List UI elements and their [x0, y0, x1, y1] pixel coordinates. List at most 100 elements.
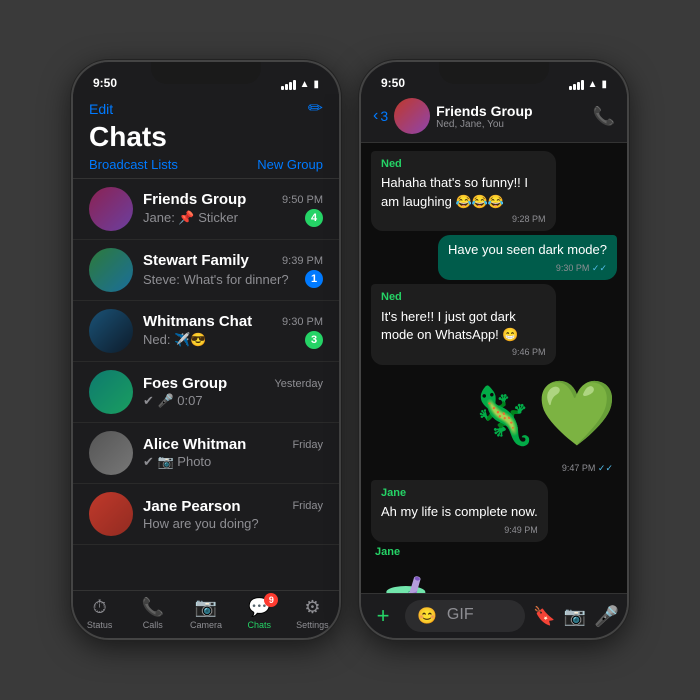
msg-text-m1: Hahaha that's so funny!! I am laughing 😂…: [381, 175, 528, 208]
chat-header-info: Friends Group Ned, Jane, You: [436, 103, 586, 130]
tab-label-settings: Settings: [296, 620, 329, 630]
left-phone: 9:50 ▲ ▮ Edit ✏ Chats Broadcast Lists Ne…: [71, 60, 341, 640]
chat-screen: ‹ 3 Friends Group Ned, Jane, You 📞 Ned H…: [361, 94, 627, 638]
chat-info-friends: Friends Group 9:50 PM Jane: 📌 Sticker 4: [143, 191, 323, 227]
msg-text-m2: Have you seen dark mode?: [448, 242, 607, 257]
emoji-icon[interactable]: 😊: [417, 606, 437, 626]
chat-preview-whitmans: Ned: ✈️😎: [143, 332, 206, 348]
signal-icon-right: [569, 80, 584, 90]
chat-badge: 1: [305, 270, 323, 288]
gif-icon[interactable]: GIF: [447, 606, 474, 626]
chat-header-sub: Ned, Jane, You: [436, 119, 586, 130]
message-row-m4: 🦎💚 9:47 PM ✓✓: [371, 369, 617, 477]
chat-item-jane[interactable]: Jane Pearson Friday How are you doing?: [73, 484, 339, 545]
msg-bubble-m5: Jane Ah my life is complete now. 9:49 PM: [371, 480, 548, 542]
chat-avatar-jane: [89, 492, 133, 536]
msg-time-m2: 9:30 PM ✓✓: [448, 262, 607, 275]
tab-label-status: Status: [87, 620, 113, 630]
msg-time-m5: 9:49 PM: [381, 524, 538, 537]
call-button[interactable]: 📞: [593, 106, 615, 127]
chat-preview-foes: ✔ 🎤 0:07: [143, 393, 203, 409]
chat-preview-jane: How are you doing?: [143, 516, 259, 531]
chats-links: Broadcast Lists New Group: [89, 157, 323, 172]
status-icons: ▲ ▮: [281, 79, 319, 90]
msg-sender-m5: Jane: [381, 486, 538, 501]
chat-info-alice: Alice Whitman Friday ✔ 📷 Photo: [143, 436, 323, 470]
camera-icon[interactable]: 📷: [564, 606, 586, 627]
msg-sender-m1: Ned: [381, 157, 546, 172]
msg-bubble-m3: Ned It's here!! I just got dark mode on …: [371, 284, 556, 364]
chat-item-foes[interactable]: Foes Group Yesterday ✔ 🎤 0:07: [73, 362, 339, 423]
chat-item-alice[interactable]: Alice Whitman Friday ✔ 📷 Photo: [73, 423, 339, 484]
status-time-right: 9:50: [381, 76, 405, 90]
signal-icon: [281, 80, 296, 90]
battery-icon: ▮: [313, 79, 319, 90]
status-icons-right: ▲ ▮: [569, 79, 607, 90]
chat-name-alice: Alice Whitman: [143, 436, 246, 453]
chat-avatar-friends: [89, 187, 133, 231]
tab-badge: 9: [264, 593, 278, 607]
msg-time-m1: 9:28 PM: [381, 213, 546, 226]
chat-preview-alice: ✔ 📷 Photo: [143, 454, 211, 470]
chat-name-foes: Foes Group: [143, 375, 227, 392]
message-row-m2: Have you seen dark mode? 9:30 PM ✓✓: [371, 235, 617, 280]
notch-right: [439, 62, 549, 84]
chat-time-stewart: 9:39 PM: [282, 255, 323, 267]
chat-info-foes: Foes Group Yesterday ✔ 🎤 0:07: [143, 375, 323, 409]
chat-header: ‹ 3 Friends Group Ned, Jane, You 📞: [361, 94, 627, 143]
mic-button[interactable]: 🎤: [594, 604, 619, 629]
tab-chats[interactable]: 💬 9 Chats: [233, 597, 286, 630]
back-count: 3: [380, 108, 388, 124]
chat-info-whitmans: Whitmans Chat 9:30 PM Ned: ✈️😎 3: [143, 313, 323, 349]
sticker-message-out: 🦎💚: [468, 369, 617, 459]
chat-item-stewart[interactable]: Stewart Family 9:39 PM Steve: What's for…: [73, 240, 339, 301]
back-button[interactable]: ‹ 3: [373, 107, 388, 125]
chat-time-friends: 9:50 PM: [282, 194, 323, 206]
chats-screen: Edit ✏ Chats Broadcast Lists New Group F…: [73, 94, 339, 638]
tab-calls[interactable]: 📞 Calls: [126, 597, 179, 630]
tab-bar: ⏱ Status 📞 Calls 📷 Camera 💬 9 Chats ⚙ Se…: [73, 590, 339, 638]
msg-sender-m3: Ned: [381, 290, 546, 305]
sticker-icon[interactable]: 🔖: [533, 606, 555, 627]
tab-label-chats: Chats: [247, 620, 271, 630]
chat-info-stewart: Stewart Family 9:39 PM Steve: What's for…: [143, 252, 323, 288]
msg-time-m4: 9:47 PM ✓✓: [562, 463, 613, 473]
compose-button[interactable]: ✏: [308, 98, 323, 119]
battery-icon-right: ▮: [601, 79, 607, 90]
chat-name-jane: Jane Pearson: [143, 498, 241, 515]
chat-header-avatar: [394, 98, 430, 134]
chat-time-whitmans: 9:30 PM: [282, 316, 323, 328]
notch: [151, 62, 261, 84]
status-time-left: 9:50: [93, 76, 117, 90]
tab-icon-status: ⏱: [93, 597, 107, 617]
add-button[interactable]: +: [369, 603, 397, 629]
chat-avatar-whitmans: [89, 309, 133, 353]
chat-header-name: Friends Group: [436, 103, 586, 119]
message-row-m6: Jane 🧋 9:50 PM: [371, 546, 617, 593]
messages-area: Ned Hahaha that's so funny!! I am laughi…: [361, 143, 627, 593]
tab-status[interactable]: ⏱ Status: [73, 597, 126, 630]
chat-avatar-stewart: [89, 248, 133, 292]
chat-input-icons: 😊 GIF: [417, 606, 474, 626]
chat-item-whitmans[interactable]: Whitmans Chat 9:30 PM Ned: ✈️😎 3: [73, 301, 339, 362]
message-row-m3: Ned It's here!! I just got dark mode on …: [371, 284, 617, 364]
msg-time-m3: 9:46 PM: [381, 346, 546, 359]
right-phone: 9:50 ▲ ▮ ‹ 3 Friends Group Ned, Jane, Yo…: [359, 60, 629, 640]
chats-header: Edit ✏ Chats Broadcast Lists New Group: [73, 94, 339, 179]
msg-bubble-m1: Ned Hahaha that's so funny!! I am laughi…: [371, 151, 556, 231]
chats-header-top: Edit ✏: [89, 98, 323, 119]
chat-input-box[interactable]: 😊 GIF: [405, 600, 525, 632]
chat-item-friends[interactable]: Friends Group 9:50 PM Jane: 📌 Sticker 4: [73, 179, 339, 240]
edit-button[interactable]: Edit: [89, 101, 113, 117]
tab-camera[interactable]: 📷 Camera: [179, 597, 232, 630]
tab-label-camera: Camera: [190, 620, 222, 630]
tab-settings[interactable]: ⚙ Settings: [286, 597, 339, 630]
new-group-link[interactable]: New Group: [257, 157, 323, 172]
chat-name-whitmans: Whitmans Chat: [143, 313, 252, 330]
chat-info-jane: Jane Pearson Friday How are you doing?: [143, 498, 323, 531]
broadcast-lists-link[interactable]: Broadcast Lists: [89, 157, 178, 172]
chat-list: Friends Group 9:50 PM Jane: 📌 Sticker 4 …: [73, 179, 339, 590]
chat-name-friends: Friends Group: [143, 191, 246, 208]
chats-title: Chats: [89, 121, 323, 153]
tab-icon-camera: 📷: [195, 597, 217, 617]
